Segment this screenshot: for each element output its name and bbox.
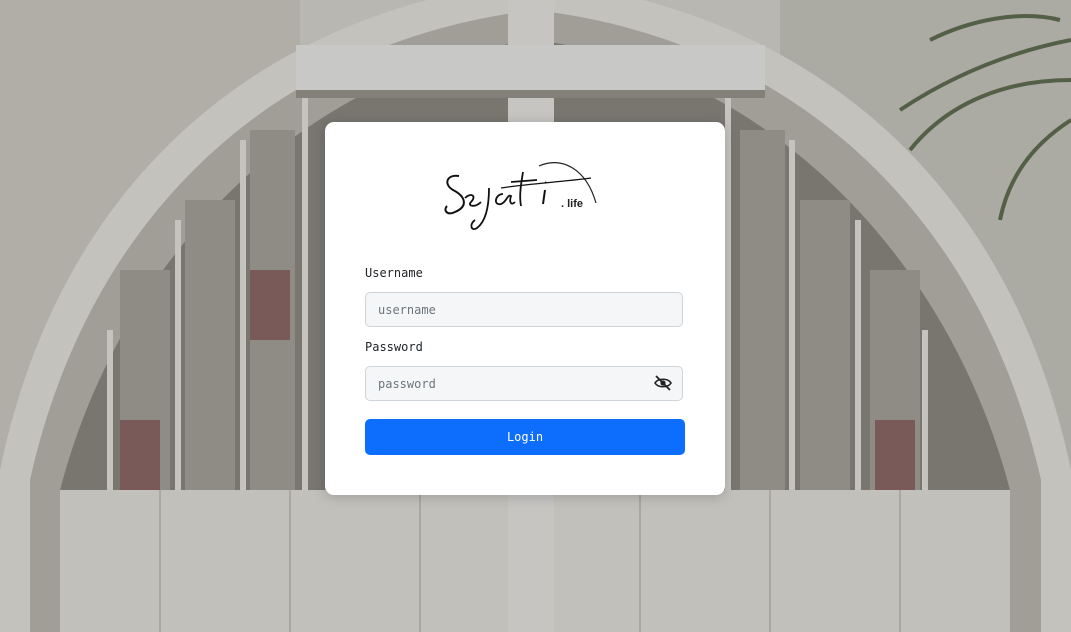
logo-suffix: . life — [561, 198, 584, 210]
username-input[interactable] — [365, 292, 683, 327]
sejati-life-logo — [444, 162, 597, 230]
eye-slash-icon[interactable] — [654, 375, 672, 391]
login-button[interactable]: Login — [365, 419, 685, 455]
login-card: . life Username Password Login — [325, 122, 725, 495]
password-label: Password — [365, 340, 423, 354]
password-input[interactable] — [365, 366, 683, 401]
username-label: Username — [365, 266, 423, 280]
